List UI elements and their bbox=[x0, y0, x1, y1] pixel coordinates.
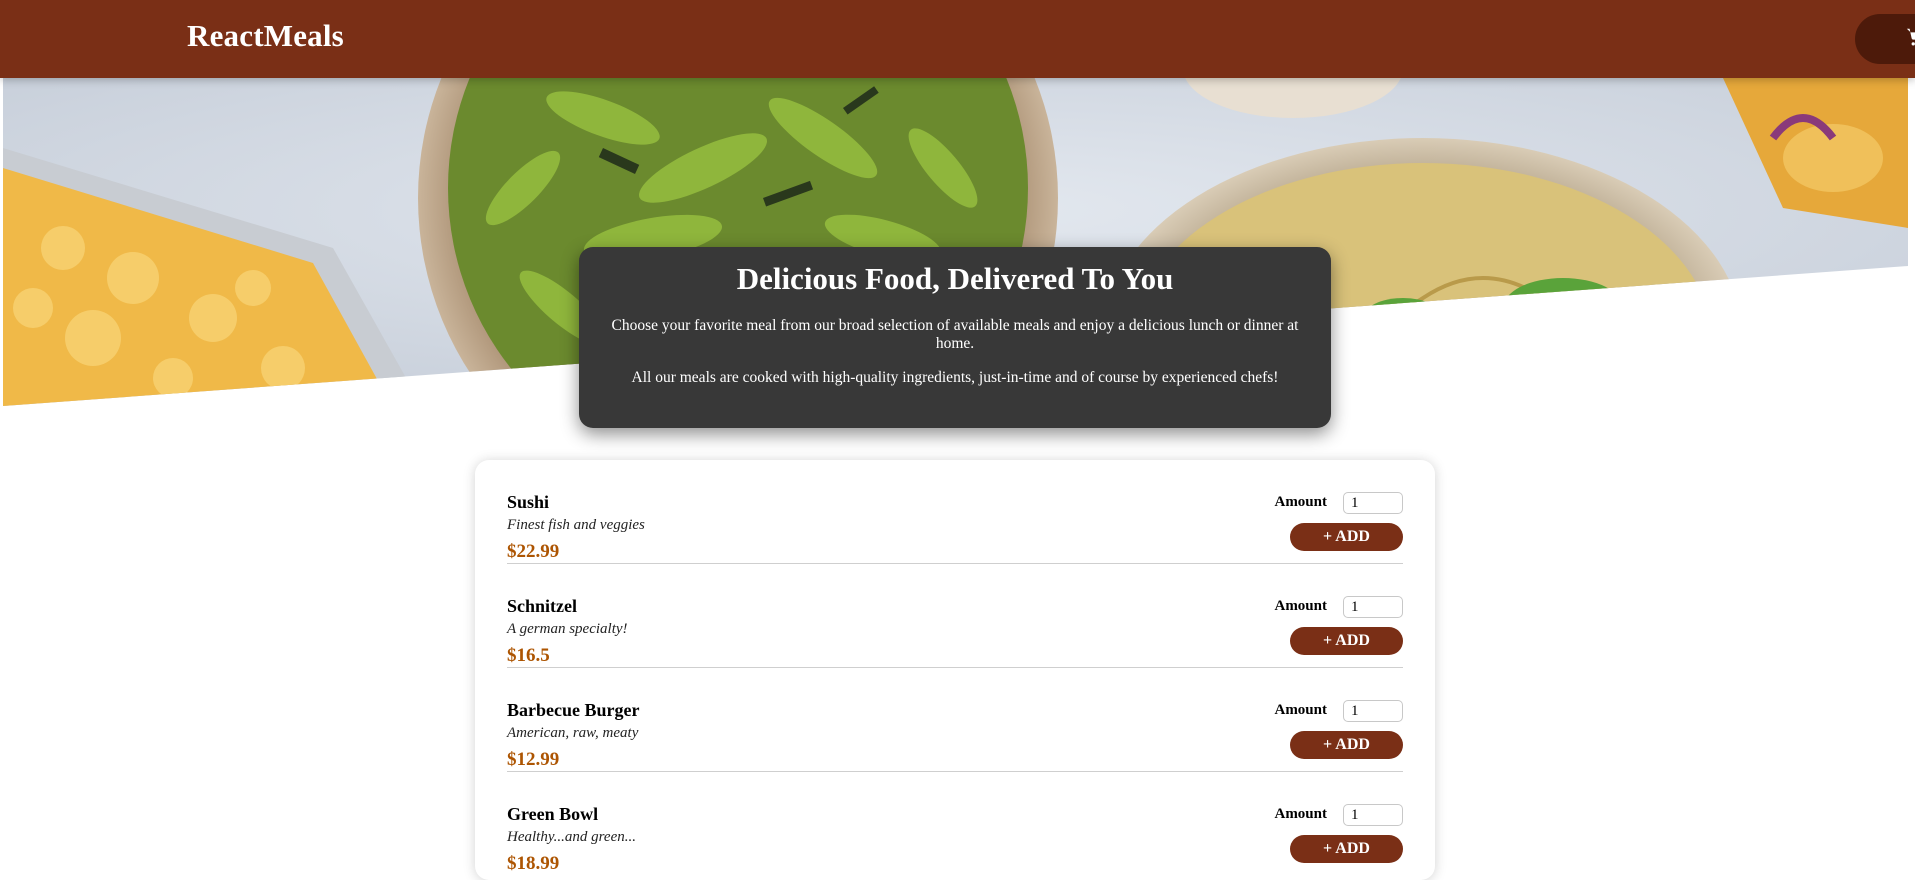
meal-description: A german specialty! bbox=[507, 621, 628, 637]
meal-description: American, raw, meaty bbox=[507, 725, 639, 741]
amount-input[interactable] bbox=[1343, 804, 1403, 826]
meal-item: Green Bowl Healthy...and green... $18.99… bbox=[507, 772, 1403, 876]
amount-input[interactable] bbox=[1343, 492, 1403, 514]
meal-name: Barbecue Burger bbox=[507, 700, 640, 720]
amount-input[interactable] bbox=[1343, 700, 1403, 722]
meal-item: Barbecue Burger American, raw, meaty $12… bbox=[507, 668, 1403, 772]
cart-button[interactable] bbox=[1855, 14, 1915, 64]
summary-title: Delicious Food, Delivered To You bbox=[736, 261, 1174, 296]
add-to-cart-button[interactable]: + ADD bbox=[1290, 835, 1403, 863]
meal-name: Green Bowl bbox=[507, 804, 599, 824]
meal-description: Finest fish and veggies bbox=[507, 517, 645, 533]
amount-input[interactable] bbox=[1343, 596, 1403, 618]
add-to-cart-button[interactable]: + ADD bbox=[1290, 627, 1403, 655]
amount-label: Amount bbox=[1274, 806, 1327, 822]
meal-item: Sushi Finest fish and veggies $22.99 Amo… bbox=[507, 460, 1403, 564]
add-to-cart-button[interactable]: + ADD bbox=[1290, 731, 1403, 759]
meal-price: $16.5 bbox=[507, 645, 550, 666]
meal-item: Schnitzel A german specialty! $16.5 Amou… bbox=[507, 564, 1403, 668]
summary-paragraph-2: All our meals are cooked with high-quali… bbox=[631, 369, 1279, 386]
meal-name: Schnitzel bbox=[507, 596, 577, 616]
meal-price: $12.99 bbox=[507, 749, 560, 770]
amount-label: Amount bbox=[1274, 702, 1327, 718]
amount-label: Amount bbox=[1274, 598, 1327, 614]
add-to-cart-button[interactable]: + ADD bbox=[1290, 523, 1403, 551]
available-meals-card: Sushi Finest fish and veggies $22.99 Amo… bbox=[475, 460, 1435, 880]
cart-icon bbox=[1905, 26, 1915, 53]
meal-description: Healthy...and green... bbox=[507, 829, 637, 845]
summary-paragraph-1: Choose your favorite meal from our broad… bbox=[611, 317, 1299, 352]
meal-name: Sushi bbox=[507, 492, 550, 512]
meal-price: $22.99 bbox=[507, 541, 560, 562]
brand-title: ReactMeals bbox=[187, 18, 344, 53]
amount-label: Amount bbox=[1274, 494, 1327, 510]
meal-price: $18.99 bbox=[507, 853, 560, 874]
app-header: ReactMeals bbox=[0, 0, 1915, 78]
meals-summary: Delicious Food, Delivered To You Choose … bbox=[579, 247, 1331, 428]
